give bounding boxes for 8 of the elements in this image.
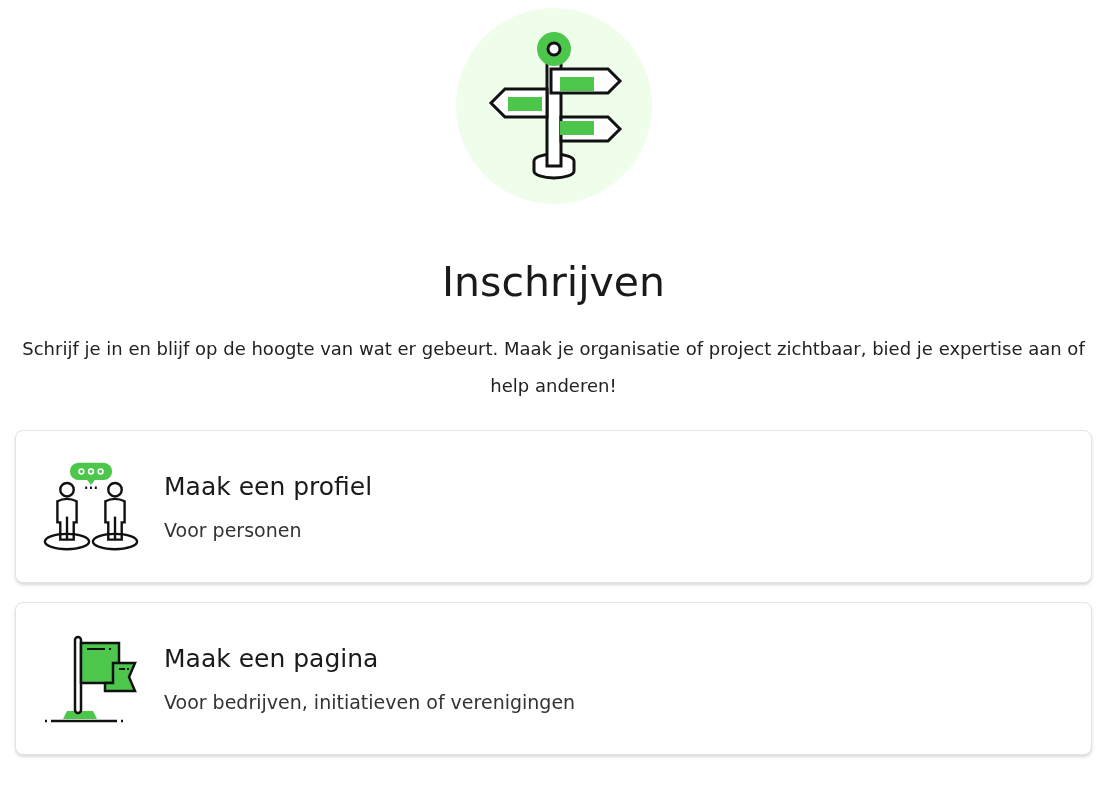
card-subtitle: Voor personen bbox=[164, 519, 303, 541]
intro-text: Schrijf je in en blijf op de hoogte van wat er gebeurt. Maak je organisatie of project zichtbaar, bied je expertise aan of help anderen! bbox=[21, 337, 1087, 398]
card-subtitle: Voor bedrijven, initiatieven of verenigingen bbox=[164, 691, 576, 713]
option-card[interactable]: Maak een profiel Voor personen bbox=[15, 430, 1092, 583]
page-title: Inschrijven bbox=[440, 257, 667, 308]
card-title: Maak een profiel bbox=[164, 472, 373, 501]
option-card[interactable]: Maak een pagina Voor bedrijven, initiatieven of verenigingen bbox=[15, 602, 1092, 755]
card-title: Maak een pagina bbox=[164, 644, 380, 673]
